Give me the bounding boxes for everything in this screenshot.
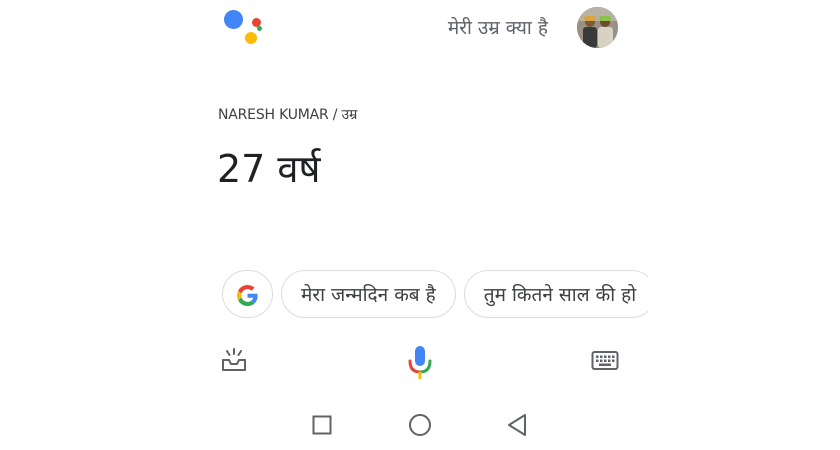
suggestion-chip-birthday[interactable]: मेरा जन्मदिन कब है bbox=[281, 270, 456, 318]
recent-apps-square-icon[interactable] bbox=[312, 415, 332, 435]
assistant-dot-blue bbox=[224, 10, 243, 29]
user-avatar[interactable] bbox=[577, 7, 618, 48]
suggestion-chip-your-age[interactable]: तुम कितने साल की हो bbox=[463, 270, 648, 318]
avatar-photo bbox=[577, 7, 618, 48]
answer-value: 27 वर्ष bbox=[217, 147, 321, 191]
user-query-text[interactable]: मेरी उम्र क्या है bbox=[448, 14, 548, 40]
answer-subtitle: NARESH KUMAR / उम्र bbox=[218, 107, 358, 123]
google-search-chip[interactable] bbox=[222, 270, 273, 318]
google-g-icon bbox=[237, 285, 258, 306]
assistant-dot-yellow bbox=[245, 32, 257, 44]
explore-inbox-icon[interactable] bbox=[220, 346, 248, 374]
suggestion-chips: मेरा जन्मदिन कब है तुम कितने साल की हो bbox=[222, 270, 648, 322]
microphone-icon[interactable] bbox=[408, 345, 432, 381]
assistant-dot-green bbox=[257, 26, 262, 31]
back-triangle-icon[interactable] bbox=[506, 413, 528, 437]
google-assistant-logo bbox=[222, 8, 264, 46]
home-circle-icon[interactable] bbox=[408, 413, 432, 437]
keyboard-icon[interactable] bbox=[591, 350, 619, 372]
